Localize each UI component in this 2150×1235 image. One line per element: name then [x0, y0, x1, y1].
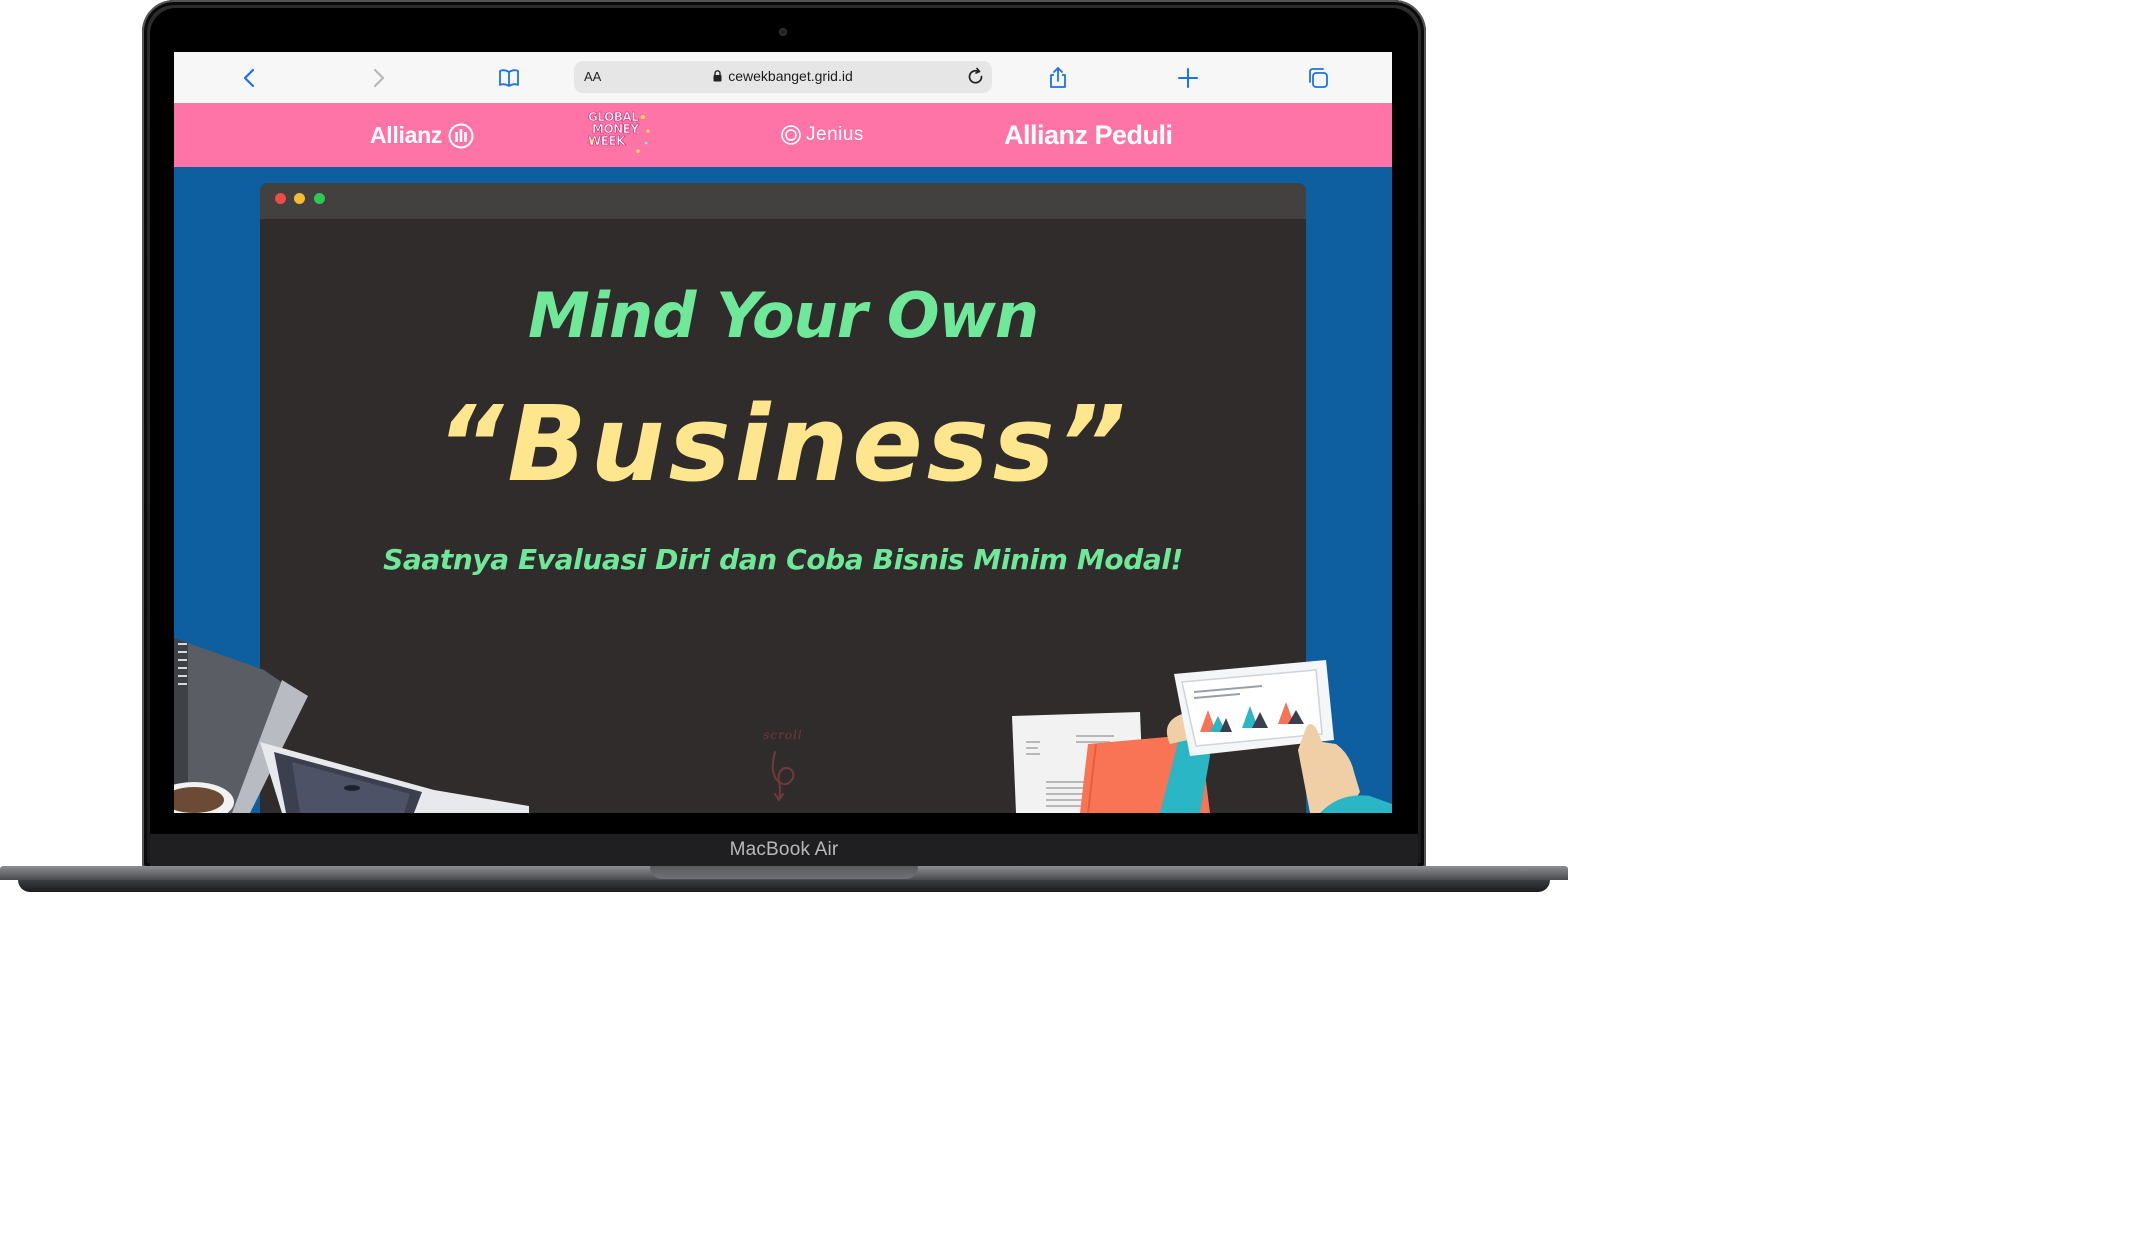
- camera-icon: [779, 28, 787, 36]
- jenius-swirl-icon: [781, 125, 801, 145]
- hero-heading-business: “Business”: [436, 383, 1130, 505]
- jenius-logo-text: Jenius: [806, 124, 864, 145]
- scroll-hint-label[interactable]: scroll: [752, 728, 814, 742]
- jenius-logo[interactable]: Jenius: [780, 124, 864, 146]
- laptop-hinge-notch: [650, 866, 918, 879]
- browser-toolbar: AA cewekbanget.grid.id: [174, 52, 1392, 104]
- scroll-mouse-icon[interactable]: [765, 748, 801, 804]
- allianz-logo-text: Allianz: [370, 122, 443, 148]
- confetti-icon: [590, 115, 650, 153]
- reload-icon[interactable]: [966, 67, 986, 87]
- url-display: cewekbanget.grid.id: [574, 68, 992, 85]
- window-titlebar: [260, 183, 1306, 219]
- window-maximize-dot: [314, 193, 325, 204]
- hero-subtitle: Saatnya Evaluasi Diri dan Coba Bisnis Mi…: [383, 543, 1183, 576]
- address-bar[interactable]: AA cewekbanget.grid.id: [574, 61, 992, 93]
- new-tab-icon[interactable]: [1174, 64, 1202, 92]
- hero-heading-line1: Mind Your Own: [528, 279, 1039, 352]
- share-icon[interactable]: [1044, 64, 1072, 92]
- desk-illustration-right: [1012, 660, 1392, 813]
- tabs-icon[interactable]: [1304, 64, 1332, 92]
- allianz-peduli-logo[interactable]: Allianz Peduli: [1004, 120, 1173, 151]
- back-icon[interactable]: [236, 64, 264, 92]
- allianz-emblem-icon: [448, 123, 474, 148]
- forward-icon[interactable]: [364, 64, 392, 92]
- allianz-logo[interactable]: Allianz: [370, 122, 474, 149]
- window-close-dot: [275, 193, 286, 204]
- sponsor-bar: Allianz GLOBAL MONEY WEEK Jenius Allianz…: [174, 103, 1392, 167]
- laptop-chin: MacBook Air: [150, 834, 1418, 866]
- url-text: cewekbanget.grid.id: [728, 68, 853, 84]
- global-money-week-logo[interactable]: GLOBAL MONEY WEEK: [588, 111, 652, 157]
- browser-screen: AA cewekbanget.grid.id Allianz GLOBAL MO…: [174, 52, 1392, 813]
- bookmarks-icon[interactable]: [495, 64, 523, 92]
- model-label: MacBook Air: [729, 839, 839, 860]
- laptop-base-underside: [18, 880, 1550, 892]
- lock-icon: [713, 69, 722, 85]
- window-minimize-dot: [294, 193, 305, 204]
- desk-illustration-left: [174, 638, 529, 813]
